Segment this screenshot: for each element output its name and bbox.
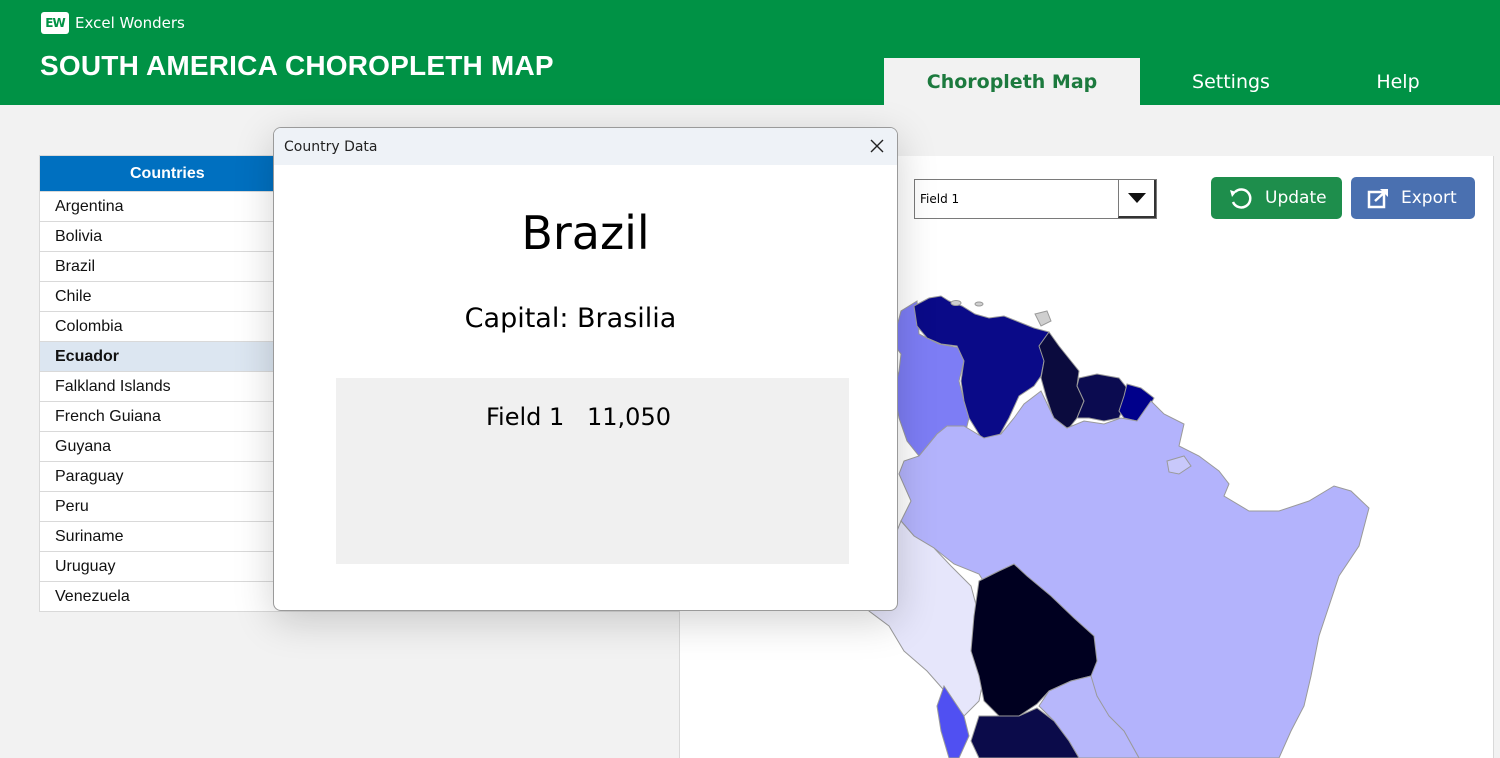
tab-bar: Choropleth Map Settings Help	[884, 58, 1474, 105]
map-region-suriname[interactable]	[1076, 373, 1128, 422]
tab-settings[interactable]: Settings	[1140, 58, 1322, 105]
brand: EW Excel Wonders	[41, 12, 185, 34]
share-icon	[1367, 189, 1388, 209]
map-region-island	[950, 300, 962, 306]
update-button-label: Update	[1265, 188, 1327, 208]
map-region-island	[974, 301, 984, 307]
field-select[interactable]: Field 1	[914, 179, 1157, 219]
refresh-icon	[1230, 188, 1252, 209]
country-data-dialog: Country Data Brazil Capital: Brasilia Fi…	[273, 127, 898, 611]
dialog-field-box: Field 1 11,050	[336, 378, 849, 564]
app-header: EW Excel Wonders SOUTH AMERICA CHOROPLET…	[0, 0, 1500, 105]
dialog-field-label: Field 1	[486, 403, 565, 431]
chevron-down-icon[interactable]	[1118, 180, 1156, 218]
close-icon[interactable]	[869, 138, 885, 154]
brand-name: Excel Wonders	[75, 14, 185, 32]
page-title: SOUTH AMERICA CHOROPLETH MAP	[40, 50, 554, 81]
dialog-capital: Capital: Brasilia	[464, 303, 677, 334]
update-button[interactable]: Update	[1211, 177, 1342, 219]
tab-help[interactable]: Help	[1322, 58, 1474, 105]
excel-wonders-logo-icon: EW	[41, 12, 69, 34]
export-button[interactable]: Export	[1351, 177, 1475, 219]
field-select-value: Field 1	[920, 192, 960, 206]
tab-choropleth-map[interactable]: Choropleth Map	[884, 58, 1140, 105]
dialog-title: Country Data	[284, 138, 378, 155]
dialog-field-value: 11,050	[587, 403, 671, 431]
dialog-titlebar: Country Data	[274, 128, 897, 165]
dialog-country-name: Brazil	[521, 206, 650, 260]
map-region-trinidad	[1034, 310, 1052, 327]
export-button-label: Export	[1401, 188, 1457, 208]
